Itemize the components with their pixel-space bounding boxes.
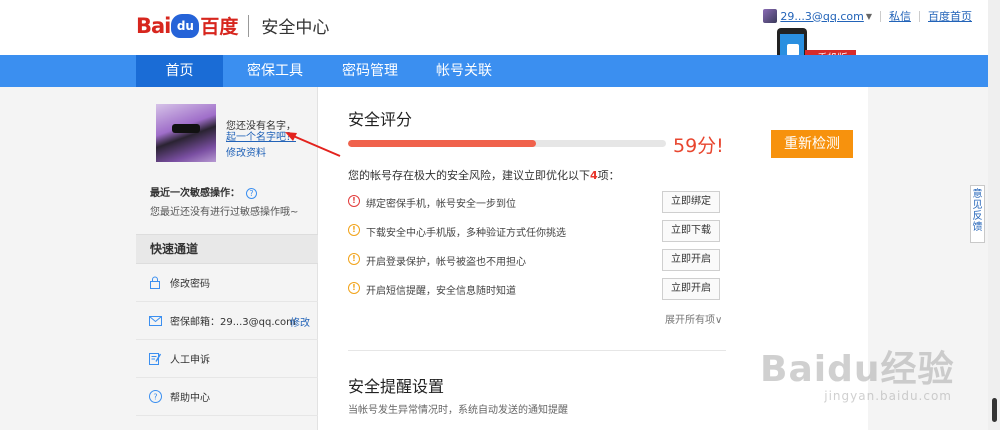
user-avatar-small[interactable] <box>763 9 778 23</box>
task-row: ! 绑定密保手机，帐号安全一步到位 立即绑定 <box>348 191 720 213</box>
quick-item-security-email[interactable]: 密保邮箱：29...3@qq.com 修改 <box>136 302 318 340</box>
security-score-value: 59分! <box>673 135 724 157</box>
nav-password-management[interactable]: 密码管理 <box>326 55 414 87</box>
security-score-title: 安全评分 <box>348 110 413 129</box>
download-app-button[interactable]: 立即下载 <box>662 220 720 242</box>
user-menu: 29...3@qq.com ▼ 私信 百度首页 <box>763 8 972 24</box>
alert-settings-title: 安全提醒设置 <box>348 377 445 396</box>
watermark: Baidu经验 jingyan.baidu.com <box>760 340 980 410</box>
risk-prefix: 您的帐号存在极大的安全风险，建议立即优化以下 <box>348 169 590 182</box>
edit-icon <box>148 352 162 366</box>
last-op-title-text: 最近一次敏感操作： <box>150 188 240 199</box>
enable-login-protection-button[interactable]: 立即开启 <box>662 249 720 271</box>
risk-summary: 您的帐号存在极大的安全风险，建议立即优化以下4项： <box>348 167 620 183</box>
top-header: Bai du 百度 安全中心 29...3@qq.com ▼ 私信 百度首页 手… <box>0 0 1000 80</box>
baidu-home-link[interactable]: 百度首页 <box>928 8 972 24</box>
sidebar: 您还没有名字， 起一个名字吧？ 修改资料 最近一次敏感操作：? 您最近还没有进行… <box>136 87 318 430</box>
quick-item-label: 人工申诉 <box>170 355 210 366</box>
baidu-logo[interactable]: Bai du 百度 安全中心 <box>136 12 329 39</box>
help-icon: ? <box>148 390 162 404</box>
modify-email-link[interactable]: 修改 <box>290 314 310 329</box>
security-score-bar <box>348 140 666 147</box>
nav-account-linking[interactable]: 帐号关联 <box>420 55 508 87</box>
mail-icon <box>148 314 162 328</box>
menu-divider <box>919 10 920 22</box>
logo-chinese: 百度 <box>200 16 239 38</box>
scrollbar-track[interactable] <box>988 0 1000 430</box>
quick-item-label: 密保邮箱：29...3@qq.com <box>170 317 296 328</box>
alert-red-icon: ! <box>348 195 360 207</box>
alert-yellow-icon: ! <box>348 253 360 265</box>
enable-sms-alerts-button[interactable]: 立即开启 <box>662 278 720 300</box>
risk-suffix: 项： <box>597 169 620 182</box>
security-score-fill <box>348 140 536 147</box>
logo-divider <box>248 14 250 37</box>
site-section-title: 安全中心 <box>261 18 330 38</box>
avatar[interactable] <box>156 104 216 162</box>
section-divider <box>348 350 726 351</box>
last-sensitive-op-desc: 您最近还没有进行过敏感操作哦~ <box>150 207 299 218</box>
quick-item-change-password[interactable]: 修改密码 <box>136 264 318 302</box>
help-icon[interactable]: ? <box>246 188 257 199</box>
watermark-logo: Baidu经验 <box>760 349 955 390</box>
task-row: ! 下载安全中心手机版，多种验证方式任你挑选 立即下载 <box>348 220 720 242</box>
messages-link[interactable]: 私信 <box>889 8 911 24</box>
last-sensitive-op-title: 最近一次敏感操作：? <box>150 184 257 199</box>
alert-settings-desc: 当帐号发生异常情况时，系统自动发送的通知提醒 <box>348 405 568 416</box>
chevron-down-icon[interactable]: ▼ <box>866 12 872 21</box>
task-label: 下载安全中心手机版，多种验证方式任你挑选 <box>366 228 566 239</box>
sunglasses-graphic <box>172 124 200 133</box>
svg-text:?: ? <box>153 393 157 402</box>
quick-item-help-center[interactable]: ? 帮助中心 <box>136 378 318 416</box>
recheck-button[interactable]: 重新检测 <box>771 130 853 158</box>
set-name-link[interactable]: 起一个名字吧？ <box>226 128 296 143</box>
alert-yellow-icon: ! <box>348 282 360 294</box>
alert-yellow-icon: ! <box>348 224 360 236</box>
quick-access-title: 快速通道 <box>136 234 318 264</box>
scrollbar-thumb[interactable] <box>992 398 997 422</box>
menu-divider <box>880 10 881 22</box>
task-label: 开启短信提醒，安全信息随时知道 <box>366 286 516 297</box>
main-nav: 首页 密保工具 密码管理 帐号关联 <box>0 55 1000 87</box>
task-label: 绑定密保手机，帐号安全一步到位 <box>366 199 516 210</box>
bind-phone-button[interactable]: 立即绑定 <box>662 191 720 213</box>
logo-latin: Bai <box>136 13 171 38</box>
nav-security-tools[interactable]: 密保工具 <box>231 55 319 87</box>
quick-item-label: 帮助中心 <box>170 393 210 404</box>
quick-item-label: 修改密码 <box>170 279 210 290</box>
edit-profile-link[interactable]: 修改资料 <box>226 144 266 159</box>
quick-item-appeal[interactable]: 人工申诉 <box>136 340 318 378</box>
lock-icon <box>148 276 162 290</box>
username-link[interactable]: 29...3@qq.com <box>780 10 863 23</box>
risk-count: 4 <box>590 169 598 182</box>
task-row: ! 开启登录保护，帐号被盗也不用担心 立即开启 <box>348 249 720 271</box>
paw-icon: du <box>171 13 200 38</box>
expand-all-link[interactable]: 展开所有项∨ <box>665 311 722 326</box>
feedback-tab[interactable]: 意见反馈 <box>970 185 985 243</box>
task-row: ! 开启短信提醒，安全信息随时知道 立即开启 <box>348 278 720 300</box>
task-label: 开启登录保护，帐号被盗也不用担心 <box>366 257 526 268</box>
nav-home[interactable]: 首页 <box>136 55 223 87</box>
